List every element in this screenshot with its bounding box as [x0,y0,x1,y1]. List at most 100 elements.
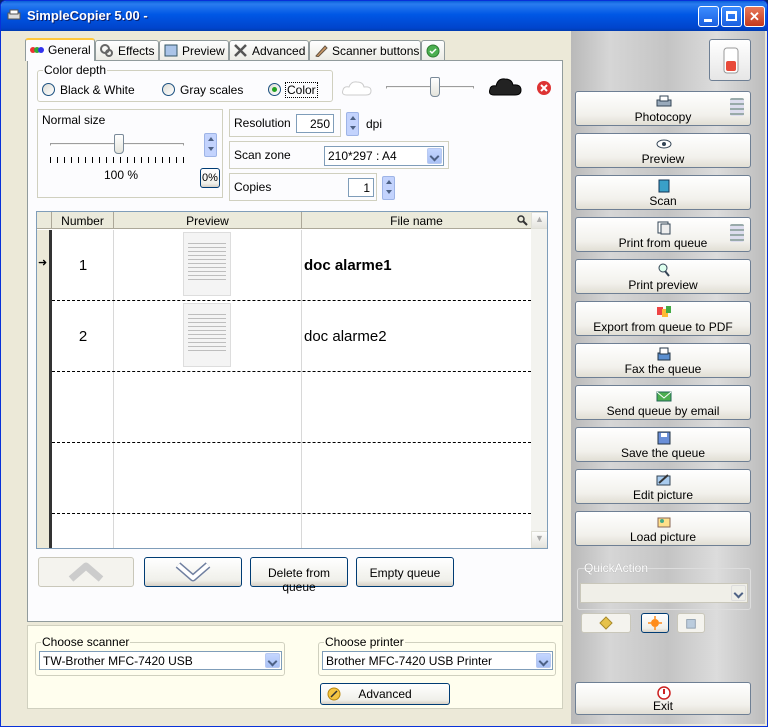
row-indicator[interactable] [37,514,52,548]
resolution-input[interactable]: 250 [296,114,334,133]
exit-label: Exit [652,699,673,713]
app-icon [7,9,21,20]
empty-queue-button[interactable]: Empty queue [356,557,454,587]
size-slider-thumb[interactable] [114,134,124,154]
radio-label: Gray scales [180,83,244,97]
scan-button[interactable]: Scan [575,175,751,210]
action-label: Scan [649,194,677,208]
quick-settings-button[interactable] [641,613,669,633]
resolution-spinner[interactable] [346,112,359,136]
row-divider [52,371,531,372]
action-label: Photocopy [634,110,692,124]
tab-general[interactable]: General [25,38,95,61]
maximize-icon [726,11,737,21]
quick-run-button[interactable] [581,613,631,633]
print-from-queue-button[interactable]: Print from queue [575,217,751,252]
tab-preview[interactable]: Preview [159,40,229,60]
header-file-name[interactable]: File name [302,212,531,229]
copies-spinner[interactable] [382,176,395,200]
tab-label: Advanced [252,44,306,58]
row-thumbnail [183,303,231,367]
edit-picture-button[interactable]: Edit picture [575,469,751,504]
radio-dot [42,83,55,96]
scanner-select[interactable]: TW-Brother MFC-7420 USB [39,651,282,670]
reset-density-button[interactable] [536,80,552,96]
reset-size-button[interactable]: 0% [200,168,220,188]
scanner-icon [658,179,670,193]
row-file-name: doc alarme1 [304,257,392,274]
action-label: Edit picture [632,488,694,502]
pdf-icon [657,306,671,317]
move-up-button[interactable] [38,557,134,587]
density-slider-thumb[interactable] [430,77,440,97]
scanner-group: Choose scanner TW-Brother MFC-7420 USB [35,635,285,676]
fax-queue-button[interactable]: Fax the queue [575,343,751,378]
tab-advanced[interactable]: Advanced [229,40,309,60]
search-icon[interactable] [517,215,528,226]
load-picture-button[interactable]: Load picture [575,511,751,546]
queue-grid: Number Preview File name ➜ 1 doc alarme1… [36,211,548,549]
scroll-up-button[interactable]: ▲ [531,212,547,229]
header-preview[interactable]: Preview [114,212,302,229]
minimize-button[interactable] [698,6,719,27]
quick-delete-button[interactable] [677,613,705,633]
size-spinner[interactable] [204,133,217,157]
tab-effects[interactable]: Effects [95,40,159,60]
chevron-down-icon[interactable] [731,585,746,601]
action-label: Save the queue [620,446,706,460]
tab-label: Effects [118,44,155,58]
photocopy-button[interactable]: Photocopy [575,91,751,126]
row-indicator[interactable] [37,443,52,514]
wand-icon [327,687,341,701]
quick-action-select[interactable] [580,583,748,603]
resolution-label: Resolution [234,116,291,130]
exit-icon [657,686,671,700]
radio-color[interactable]: Color [268,82,318,98]
action-label: Fax the queue [624,362,702,376]
printer-icon [656,95,672,107]
preview-button[interactable]: Preview [575,133,751,168]
trash-icon [686,619,696,629]
magnifier-icon [658,263,670,277]
quick-action-legend: QuickAction [584,561,649,575]
actions-sidebar: Photocopy Preview Scan Print from queue … [571,31,765,724]
close-button[interactable]: ✕ [744,6,765,27]
header-corner [37,212,52,229]
radio-black-white[interactable]: Black & White [42,83,135,97]
chevron-down-icon[interactable] [536,653,551,668]
delete-from-queue-button[interactable]: Delete from queue [250,557,348,594]
copies-input[interactable]: 1 [348,178,374,197]
tab-label: Preview [182,44,225,58]
send-email-button[interactable]: Send queue by email [575,385,751,420]
move-down-button[interactable] [144,557,242,587]
maximize-button[interactable] [721,6,742,27]
row-indicator[interactable]: ➜ [37,230,52,301]
advanced-button[interactable]: Advanced [320,683,450,705]
printer-select[interactable]: Brother MFC-7420 USB Printer [322,651,553,670]
exit-button[interactable]: Exit [575,682,751,715]
toner-level-icon [723,47,739,74]
radio-gray-scales[interactable]: Gray scales [162,83,243,97]
chevron-down-icon[interactable] [427,148,442,164]
row-indicator[interactable] [37,301,52,372]
copies-group: Copies 1 [229,173,377,201]
export-pdf-button[interactable]: Export from queue to PDF [575,301,751,336]
header-number[interactable]: Number [52,212,114,229]
scan-zone-select[interactable]: 210*297 : A4 [324,146,444,166]
save-queue-button[interactable]: Save the queue [575,427,751,462]
tab-extra[interactable] [421,40,445,60]
status-button[interactable] [709,39,751,81]
tab-scanner-buttons[interactable]: Scanner buttons [309,40,421,60]
row-indicator[interactable] [37,372,52,443]
chevron-down-icon[interactable] [265,653,280,668]
scan-zone-label: Scan zone [234,148,291,162]
palette-icon [30,47,44,53]
title-bar[interactable]: SimpleCopier 5.00 - ✕ [1,1,767,31]
window-title: SimpleCopier 5.00 - [27,8,148,23]
print-preview-button[interactable]: Print preview [575,259,751,294]
scroll-down-button[interactable]: ▼ [531,531,547,548]
floppy-icon [657,431,671,445]
scan-zone-group: Scan zone 210*297 : A4 [229,141,449,169]
grid-scrollbar[interactable]: ▲ ▼ [531,212,547,548]
queue-stack-icon [730,98,744,116]
